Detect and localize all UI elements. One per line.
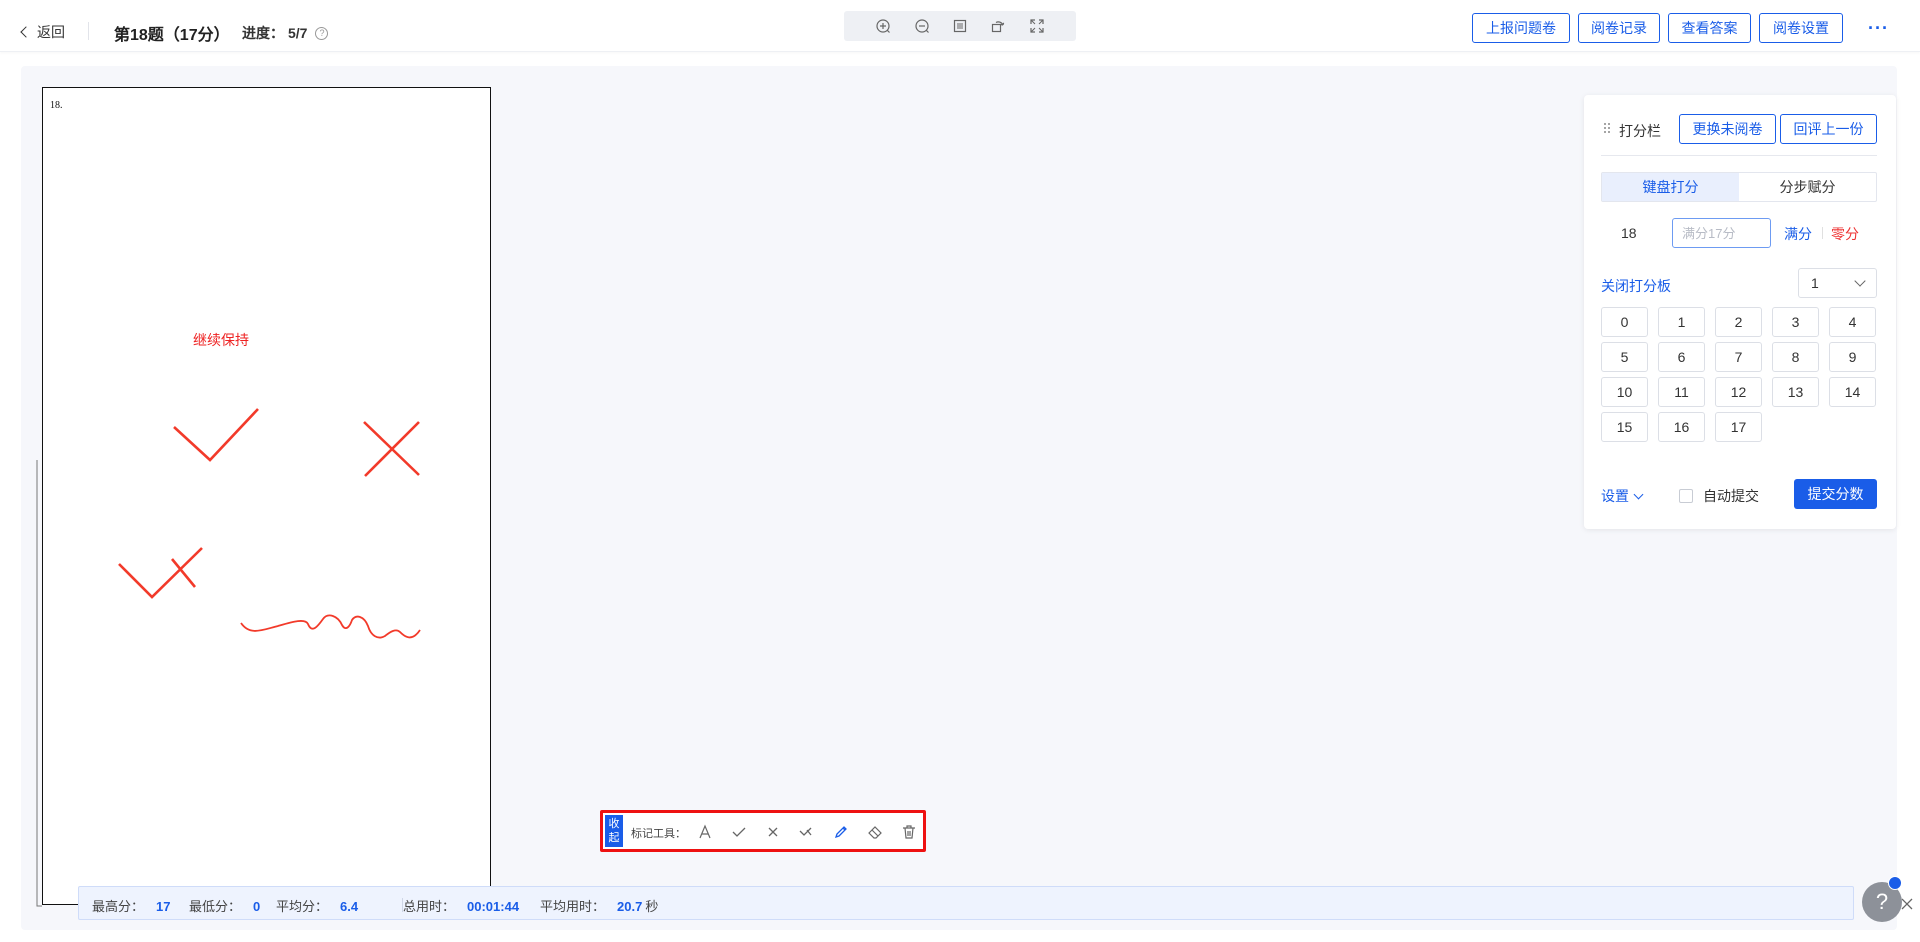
stat-total-time-label: 总用时： bbox=[403, 899, 456, 914]
panel-divider bbox=[1601, 155, 1877, 156]
submit-score-button[interactable]: 提交分数 bbox=[1794, 479, 1877, 509]
score-key[interactable]: 8 bbox=[1772, 342, 1819, 372]
close-score-board-button[interactable]: 关闭打分板 bbox=[1601, 276, 1671, 296]
progress-label: 进度： bbox=[242, 25, 284, 41]
score-key[interactable]: 6 bbox=[1658, 342, 1705, 372]
chevron-down-icon bbox=[1854, 275, 1866, 287]
score-key[interactable]: 5 bbox=[1601, 342, 1648, 372]
auto-submit-checkbox[interactable] bbox=[1679, 489, 1693, 503]
view-answer-button[interactable]: 查看答案 bbox=[1668, 13, 1751, 43]
text-icon[interactable] bbox=[695, 822, 715, 842]
collapse-char-1: 收 bbox=[608, 818, 620, 830]
score-key[interactable]: 12 bbox=[1715, 377, 1762, 407]
more-menu-icon[interactable]: ··· bbox=[1868, 18, 1889, 39]
chevron-down-icon bbox=[1633, 489, 1644, 499]
stat-total-time: 总用时： 00:01:44 bbox=[403, 896, 519, 915]
score-divider bbox=[1822, 227, 1823, 239]
chevron-left-icon bbox=[20, 26, 32, 38]
score-key[interactable]: 14 bbox=[1829, 377, 1876, 407]
answer-sheet[interactable] bbox=[42, 87, 491, 905]
eraser-icon[interactable] bbox=[865, 822, 885, 842]
marking-settings-button[interactable]: 阅卷设置 bbox=[1759, 13, 1843, 43]
rotate-icon[interactable] bbox=[988, 16, 1008, 36]
fullscreen-icon[interactable] bbox=[1027, 16, 1047, 36]
stat-avg-time-label: 平均用时： bbox=[540, 899, 606, 914]
step-size-select[interactable]: 1 bbox=[1798, 268, 1877, 298]
change-paper-button[interactable]: 更换未阅卷 bbox=[1679, 114, 1776, 144]
score-key[interactable]: 3 bbox=[1772, 307, 1819, 337]
score-key[interactable]: 11 bbox=[1658, 377, 1705, 407]
cross-icon[interactable] bbox=[763, 822, 783, 842]
answer-question-number: 18. bbox=[50, 100, 63, 111]
top-header: 返回 第18题（17分） 进度： 5/7 ? 上报问题卷 阅卷记录 查看答案 阅… bbox=[0, 0, 1920, 52]
score-input[interactable] bbox=[1672, 218, 1771, 248]
score-key[interactable]: 10 bbox=[1601, 377, 1648, 407]
auto-submit-toggle[interactable]: 自动提交 bbox=[1679, 486, 1759, 506]
zoom-toolbar bbox=[844, 11, 1076, 41]
stat-avg: 平均分： 6.4 bbox=[276, 896, 358, 915]
score-key[interactable]: 15 bbox=[1601, 412, 1648, 442]
stat-avg-time-value: 20.7 bbox=[617, 899, 643, 914]
collapse-toolbar-button[interactable]: 收 起 bbox=[605, 815, 623, 847]
question-title: 第18题（17分） bbox=[114, 27, 230, 44]
stat-max: 最高分： 17 bbox=[92, 896, 170, 915]
score-key[interactable]: 7 bbox=[1715, 342, 1762, 372]
score-key[interactable]: 2 bbox=[1715, 307, 1762, 337]
stat-min-value: 0 bbox=[253, 899, 261, 914]
fit-page-icon[interactable] bbox=[950, 16, 970, 36]
drag-handle-icon[interactable] bbox=[1603, 122, 1611, 134]
zoom-out-icon[interactable] bbox=[912, 16, 932, 36]
report-problem-button[interactable]: 上报问题卷 bbox=[1472, 13, 1570, 43]
score-key[interactable]: 4 bbox=[1829, 307, 1876, 337]
collapse-char-2: 起 bbox=[608, 832, 620, 844]
statistics-bar: 最高分： 17 最低分： 0 平均分： 6.4 总用时： 00:01:44 平均用时： 2… bbox=[78, 886, 1913, 920]
header-divider bbox=[88, 22, 89, 40]
score-key[interactable]: 17 bbox=[1715, 412, 1762, 442]
score-key[interactable]: 9 bbox=[1829, 342, 1876, 372]
stat-total-time-value: 00:01:44 bbox=[467, 899, 520, 914]
stat-avg-value: 6.4 bbox=[340, 899, 359, 914]
back-button[interactable]: 返回 bbox=[20, 22, 65, 42]
marker-comment[interactable]: 继续保持 bbox=[193, 330, 249, 350]
trash-icon[interactable] bbox=[899, 822, 919, 842]
step-size-value: 1 bbox=[1811, 275, 1819, 291]
stat-max-label: 最高分： bbox=[92, 899, 145, 914]
pen-icon[interactable] bbox=[831, 822, 851, 842]
progress-value: 5/7 bbox=[288, 25, 308, 41]
stat-min-label: 最低分： bbox=[189, 899, 242, 914]
back-label: 返回 bbox=[37, 24, 65, 40]
marking-records-button[interactable]: 阅卷记录 bbox=[1578, 13, 1660, 43]
stat-min: 最低分： 0 bbox=[189, 896, 260, 915]
full-score-button[interactable]: 满分 bbox=[1784, 224, 1812, 244]
stat-avg-label: 平均分： bbox=[276, 899, 329, 914]
help-badge bbox=[1888, 876, 1902, 890]
stat-avg-time-unit: 秒 bbox=[645, 899, 659, 914]
mark-toolbar: 收 起 标记工具： bbox=[600, 810, 926, 852]
stat-max-value: 17 bbox=[156, 899, 171, 914]
settings-label: 设置 bbox=[1601, 488, 1629, 504]
half-check-icon[interactable] bbox=[797, 822, 817, 842]
tab-keyboard-scoring[interactable]: 键盘打分 bbox=[1602, 173, 1739, 201]
score-key[interactable]: 1 bbox=[1658, 307, 1705, 337]
score-key[interactable]: 13 bbox=[1772, 377, 1819, 407]
review-previous-button[interactable]: 回评上一份 bbox=[1780, 114, 1877, 144]
settings-dropdown[interactable]: 设置 bbox=[1601, 486, 1644, 506]
score-question-number: 18 bbox=[1621, 225, 1637, 241]
score-key[interactable]: 16 bbox=[1658, 412, 1705, 442]
progress-indicator: 进度： 5/7 ? bbox=[242, 23, 329, 43]
tab-step-scoring[interactable]: 分步赋分 bbox=[1739, 173, 1876, 201]
score-key[interactable]: 0 bbox=[1601, 307, 1648, 337]
stat-avg-time: 平均用时： 20.7 秒 bbox=[540, 896, 658, 915]
auto-submit-label: 自动提交 bbox=[1703, 488, 1759, 504]
score-panel-title: 打分栏 bbox=[1619, 123, 1661, 139]
scoring-mode-tabs: 键盘打分 分步赋分 bbox=[1601, 172, 1877, 202]
zoom-in-icon[interactable] bbox=[873, 16, 893, 36]
check-icon[interactable] bbox=[729, 822, 749, 842]
zero-score-button[interactable]: 零分 bbox=[1831, 224, 1859, 244]
mark-tools-label: 标记工具： bbox=[631, 828, 686, 840]
help-circle-icon[interactable]: ? bbox=[315, 26, 329, 40]
